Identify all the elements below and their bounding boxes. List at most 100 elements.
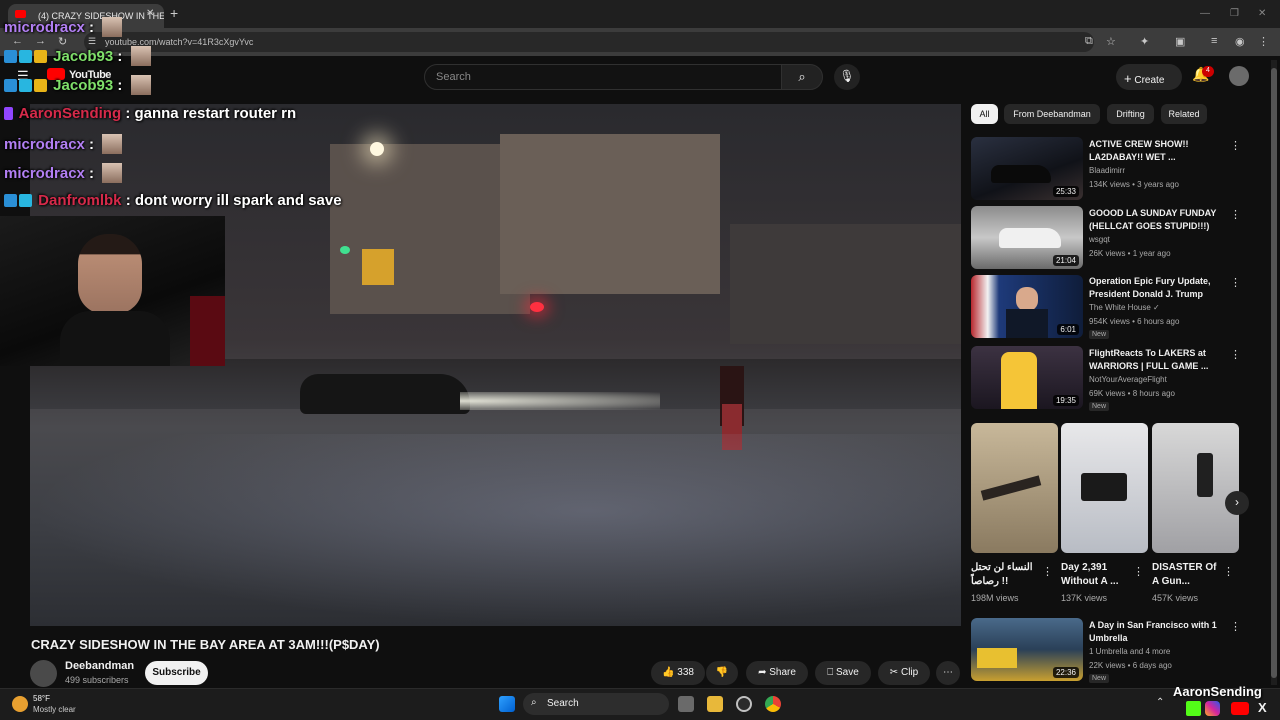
related-thumbnail[interactable]: 19:35 xyxy=(971,346,1083,409)
more-actions-button[interactable]: ⋯ xyxy=(936,661,960,685)
related-thumbnail[interactable]: 25:33 xyxy=(971,137,1083,200)
chat-message: Jacob93 : xyxy=(4,46,151,66)
short-thumbnail[interactable] xyxy=(971,423,1058,553)
streamer-face xyxy=(78,234,142,314)
menu-icon[interactable]: ⋮ xyxy=(1258,35,1269,48)
badge-icon xyxy=(19,194,32,207)
close-window-icon[interactable]: ✕ xyxy=(1258,8,1266,19)
new-tab-icon[interactable]: + xyxy=(170,5,178,21)
more-options-icon[interactable]: ⋮ xyxy=(1223,565,1234,578)
close-tab-icon[interactable]: ✕ xyxy=(146,8,154,19)
duration-badge: 25:33 xyxy=(1052,186,1079,197)
related-channel[interactable]: Blaadimirr xyxy=(1089,166,1125,175)
save-button[interactable]: ⎕ Save xyxy=(815,661,871,685)
related-thumbnail[interactable]: 6:01 xyxy=(971,275,1083,338)
more-options-icon[interactable]: ⋮ xyxy=(1230,348,1241,361)
related-title[interactable]: ACTIVE CREW SHOW!! LA2DABAY!! WET ... xyxy=(1089,138,1219,164)
channel-avatar[interactable] xyxy=(30,660,57,687)
chat-username: microdracx xyxy=(4,165,85,182)
task-view-icon[interactable] xyxy=(678,696,694,712)
tray-chevron-icon[interactable]: ⌃ xyxy=(1156,697,1164,708)
short-thumbnail[interactable] xyxy=(1152,423,1239,553)
kick-icon xyxy=(1186,701,1201,716)
weather-desc[interactable]: Mostly clear xyxy=(33,705,76,714)
related-title[interactable]: GOOOD LA SUNDAY FUNDAY (HELLCAT GOES STU… xyxy=(1089,207,1219,233)
emote-icon xyxy=(102,17,123,37)
car xyxy=(300,374,470,414)
badge-icon xyxy=(4,194,17,207)
clip-button[interactable]: ✂ Clip xyxy=(878,661,930,685)
more-options-icon[interactable]: ⋮ xyxy=(1230,276,1241,289)
instagram-icon xyxy=(1205,701,1220,716)
create-button[interactable]: + Create xyxy=(1116,64,1182,90)
search-icon: ⌕ xyxy=(798,69,806,84)
account-avatar[interactable] xyxy=(1229,66,1249,86)
share-button[interactable]: ➦ Share xyxy=(746,661,808,685)
shorts-next-button[interactable]: › xyxy=(1225,491,1249,515)
chat-username: Jacob93 xyxy=(53,77,114,94)
taskbar-search[interactable]: Search xyxy=(523,693,669,715)
chip-from-deebandman[interactable]: From Deebandman xyxy=(1004,104,1100,124)
short-title[interactable]: النساء لن تحتل رصاصاً !! xyxy=(971,561,1041,589)
channel-name[interactable]: Deebandman xyxy=(65,660,134,672)
duration-badge: 22:36 xyxy=(1052,667,1079,678)
related-title[interactable]: A Day in San Francisco with 1 Umbrella xyxy=(1089,619,1219,645)
related-thumbnail[interactable]: 21:04 xyxy=(971,206,1083,269)
related-channel[interactable]: 1 Umbrella and 4 more xyxy=(1089,647,1170,656)
chip-drifting[interactable]: Drifting xyxy=(1107,104,1154,124)
more-options-icon[interactable]: ⋮ xyxy=(1230,620,1241,633)
related-channel[interactable]: wsgqt xyxy=(1089,235,1110,244)
minimize-icon[interactable]: — xyxy=(1200,8,1210,19)
start-icon[interactable] xyxy=(499,696,515,712)
chat-username: Danfromlbk xyxy=(38,192,122,209)
related-title[interactable]: FlightReacts To LAKERS at WARRIORS | FUL… xyxy=(1089,347,1219,373)
file-explorer-icon[interactable] xyxy=(707,696,723,712)
scrollbar-thumb[interactable] xyxy=(1271,68,1277,678)
chrome-icon[interactable] xyxy=(765,696,781,712)
voice-search-button[interactable]: 🎙 xyxy=(834,64,860,90)
thumb-person xyxy=(1016,287,1038,311)
weather-temp[interactable]: 58°F xyxy=(33,694,50,703)
thumb-pistol xyxy=(1081,473,1127,501)
more-options-icon[interactable]: ⋮ xyxy=(1042,565,1053,578)
browser-tab-bar xyxy=(0,0,1280,28)
short-thumbnail[interactable] xyxy=(1061,423,1148,553)
more-options-icon[interactable]: ⋮ xyxy=(1230,208,1241,221)
cast-icon[interactable]: ⧉ xyxy=(1085,35,1093,48)
maximize-icon[interactable]: ❐ xyxy=(1230,8,1239,19)
chip-all[interactable]: All xyxy=(971,104,998,124)
streamer-shirt xyxy=(60,311,170,366)
chat-message: microdracx : xyxy=(4,134,123,154)
thumb-jersey xyxy=(1001,352,1037,409)
chat-text: : xyxy=(89,19,95,36)
short-title[interactable]: DISASTER Of A Gun... xyxy=(1152,561,1222,589)
related-title[interactable]: Operation Epic Fury Update, President Do… xyxy=(1089,275,1219,301)
chip-related[interactable]: Related xyxy=(1161,104,1207,124)
short-title[interactable]: Day 2,391 Without A ... xyxy=(1061,561,1131,589)
bookmark-star-icon[interactable]: ☆ xyxy=(1106,35,1116,48)
save-label: Save xyxy=(835,667,859,678)
more-options-icon[interactable]: ⋮ xyxy=(1133,565,1144,578)
media-icon[interactable]: ≡ xyxy=(1211,35,1217,47)
profile-icon[interactable]: ◉ xyxy=(1235,35,1245,48)
chat-text: : ganna restart router rn xyxy=(125,105,297,122)
duration-badge: 6:01 xyxy=(1057,324,1079,335)
weather-icon[interactable] xyxy=(12,696,28,712)
search-button[interactable]: ⌕ xyxy=(781,64,823,90)
related-thumbnail[interactable]: 22:36 xyxy=(971,618,1083,681)
subscribe-button[interactable]: Subscribe xyxy=(145,661,208,685)
like-button[interactable]: 👍 338 xyxy=(651,661,705,685)
short-views: 457K views xyxy=(1152,593,1199,603)
more-options-icon[interactable]: ⋮ xyxy=(1230,139,1241,152)
related-channel[interactable]: NotYourAverageFlight xyxy=(1089,375,1167,384)
obs-icon[interactable] xyxy=(736,696,752,712)
dislike-button[interactable]: 👎 xyxy=(706,661,738,685)
mic-icon: 🎙 xyxy=(839,69,855,83)
search-input[interactable]: Search xyxy=(424,64,782,90)
extensions-icon[interactable]: ✦ xyxy=(1140,35,1149,48)
chat-username: AaronSending xyxy=(18,105,122,122)
sidepanel-icon[interactable]: ▣ xyxy=(1175,35,1185,48)
clip-label: Clip xyxy=(900,667,919,678)
more-icon: ⋯ xyxy=(943,667,953,678)
related-channel[interactable]: The White House ✓ xyxy=(1089,303,1160,312)
